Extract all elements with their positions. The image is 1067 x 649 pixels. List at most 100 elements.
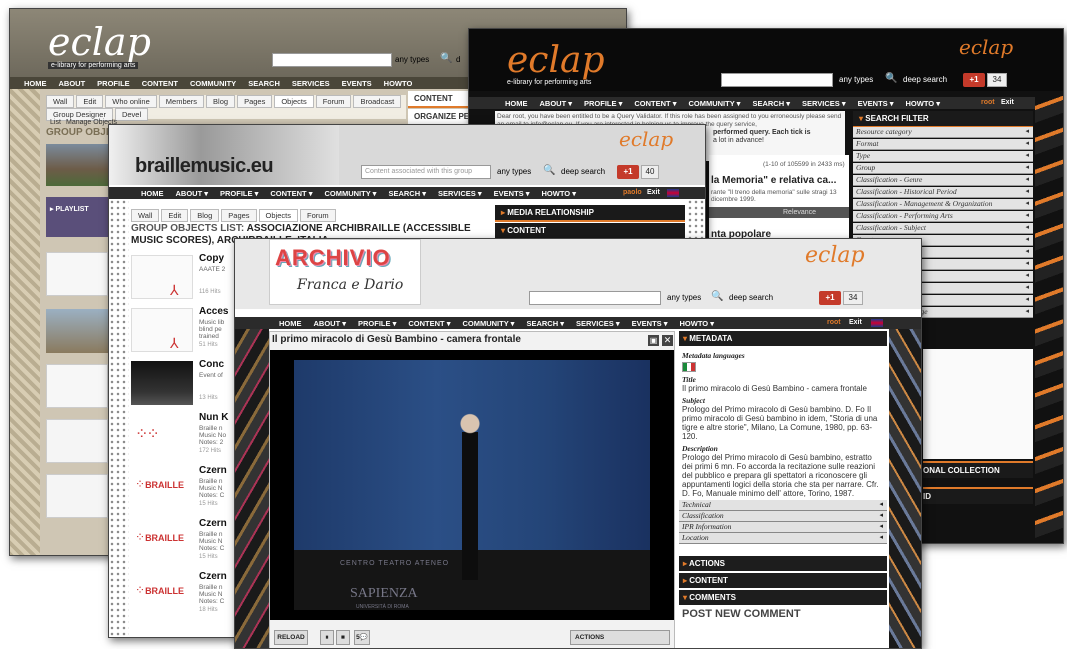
filter-subject[interactable]: Classification - Subject: [853, 223, 1033, 234]
item-title[interactable]: Czern: [199, 518, 227, 529]
actions-section[interactable]: ▸ ACTIONS: [679, 556, 887, 571]
nav-services[interactable]: SERVICES ▾: [576, 319, 620, 328]
type-select[interactable]: any types: [395, 55, 429, 64]
user-link[interactable]: root: [981, 99, 995, 106]
flag-uk-icon[interactable]: [871, 319, 883, 327]
search-input[interactable]: Content associated with this group: [361, 165, 491, 179]
nav-profile[interactable]: PROFILE ▾: [584, 99, 622, 108]
type-select[interactable]: any types: [667, 293, 701, 302]
search-icon[interactable]: 🔍: [711, 291, 723, 302]
tab-blog[interactable]: Blog: [206, 95, 236, 108]
nav-content[interactable]: CONTENT: [142, 79, 178, 88]
nav-about[interactable]: ABOUT ▾: [540, 99, 573, 108]
search-input[interactable]: [529, 291, 661, 305]
item-title[interactable]: Acces: [199, 306, 228, 317]
nav-search[interactable]: SEARCH: [248, 79, 280, 88]
nav-services[interactable]: SERVICES ▾: [438, 189, 482, 198]
tab-wall[interactable]: Wall: [131, 209, 160, 222]
filter-group[interactable]: Group: [853, 163, 1033, 174]
metadata-ipr[interactable]: IPR Information: [679, 522, 887, 533]
nav-events[interactable]: EVENTS: [342, 79, 372, 88]
tab-blog[interactable]: Blog: [190, 209, 220, 222]
item-title[interactable]: Czern: [199, 465, 227, 476]
stop-button[interactable]: ■: [336, 630, 350, 645]
type-select[interactable]: any types: [497, 167, 531, 176]
search-icon[interactable]: 🔍: [543, 165, 555, 176]
tab-objects[interactable]: Objects: [258, 209, 298, 222]
pause-button[interactable]: ⏸: [320, 630, 334, 645]
list-link[interactable]: List: [50, 119, 61, 126]
metadata-header[interactable]: ▾ METADATA: [679, 331, 887, 346]
content-section[interactable]: ▸ CONTENT: [679, 573, 887, 588]
nav-howto[interactable]: HOWTO ▾: [906, 99, 940, 108]
nav-community[interactable]: COMMUNITY: [190, 79, 236, 88]
exit-link[interactable]: Exit: [849, 319, 862, 326]
search-input[interactable]: [272, 53, 392, 67]
filter-historical-period[interactable]: Classification - Historical Period: [853, 187, 1033, 198]
thumb-group-photo[interactable]: [46, 144, 108, 186]
nav-howto[interactable]: HOWTO: [384, 79, 413, 88]
nav-howto[interactable]: HOWTO ▾: [680, 319, 714, 328]
nav-events[interactable]: EVENTS ▾: [858, 99, 894, 108]
nav-search[interactable]: SEARCH ▾: [752, 99, 790, 108]
eclap-logo[interactable]: eclap: [507, 43, 605, 79]
nav-home[interactable]: HOME: [24, 79, 47, 88]
nav-howto[interactable]: HOWTO ▾: [542, 189, 576, 198]
tab-edit[interactable]: Edit: [161, 209, 189, 222]
post-comment-link[interactable]: POST NEW COMMENT: [679, 605, 887, 623]
nav-search[interactable]: SEARCH ▾: [388, 189, 426, 198]
reload-button[interactable]: RELOAD: [274, 630, 308, 645]
deep-search-label[interactable]: deep search: [561, 167, 605, 176]
tab-forum[interactable]: Forum: [299, 209, 336, 222]
filter-performing-arts[interactable]: Classification - Performing Arts: [853, 211, 1033, 222]
side-id[interactable]: ID: [923, 487, 1033, 504]
actions-dropdown[interactable]: ACTIONS: [570, 630, 670, 645]
metadata-location[interactable]: Location: [679, 533, 887, 544]
user-link[interactable]: root: [827, 319, 841, 326]
nav-community[interactable]: COMMUNITY ▾: [462, 319, 514, 328]
archivio-logo[interactable]: ARCHIVIO: [275, 245, 391, 271]
nav-home[interactable]: HOME: [141, 189, 164, 198]
thumb-doc-2[interactable]: [46, 364, 108, 408]
nav-profile[interactable]: PROFILE: [97, 79, 130, 88]
filter-format[interactable]: Format: [853, 139, 1033, 150]
nav-content[interactable]: CONTENT ▾: [270, 189, 312, 198]
thumb-doc-4[interactable]: [46, 474, 108, 518]
deep-search-label[interactable]: d: [456, 55, 460, 64]
nav-search[interactable]: SEARCH ▾: [526, 319, 564, 328]
nav-about[interactable]: ABOUT ▾: [314, 319, 347, 328]
type-select[interactable]: any types: [839, 75, 873, 84]
nav-profile[interactable]: PROFILE ▾: [220, 189, 258, 198]
nav-events[interactable]: EVENTS ▾: [632, 319, 668, 328]
playlist-badge[interactable]: ▸ PLAYLIST: [46, 197, 108, 237]
nav-services[interactable]: SERVICES ▾: [802, 99, 846, 108]
tab-devel[interactable]: Devel: [114, 108, 149, 121]
eclap-logo[interactable]: eclap: [48, 23, 151, 61]
filter-type[interactable]: Type: [853, 151, 1033, 162]
exit-link[interactable]: Exit: [647, 189, 660, 196]
thumb-doc-1[interactable]: [46, 252, 108, 296]
italy-flag-icon[interactable]: [682, 362, 696, 372]
item-title[interactable]: Czern: [199, 571, 227, 582]
nav-about[interactable]: ABOUT ▾: [176, 189, 209, 198]
thumb-doc-3[interactable]: [46, 419, 108, 463]
nav-about[interactable]: ABOUT: [59, 79, 86, 88]
tab-who-online[interactable]: Who online: [105, 95, 157, 108]
side-media-relationship[interactable]: ▸ MEDIA RELATIONSHIP: [495, 205, 685, 222]
close-icon[interactable]: ✕: [662, 335, 673, 346]
tab-pages[interactable]: Pages: [221, 209, 257, 222]
nav-content[interactable]: CONTENT ▾: [408, 319, 450, 328]
comment-button[interactable]: 5💬: [354, 630, 370, 645]
thumb-theatre[interactable]: [46, 309, 108, 353]
nav-services[interactable]: SERVICES: [292, 79, 330, 88]
tab-edit[interactable]: Edit: [76, 95, 104, 108]
metadata-technical[interactable]: Technical: [679, 500, 887, 511]
exit-link[interactable]: Exit: [1001, 99, 1014, 106]
google-plus-button[interactable]: +1: [963, 73, 985, 87]
metadata-classification[interactable]: Classification: [679, 511, 887, 522]
item-title[interactable]: Copy: [199, 253, 224, 264]
tab-pages[interactable]: Pages: [237, 95, 273, 108]
video-player[interactable]: CENTRO TEATRO ATENEO SAPIENZA UNIVERSITÀ…: [270, 350, 674, 620]
search-icon[interactable]: 🔍: [885, 73, 897, 84]
nav-events[interactable]: EVENTS ▾: [494, 189, 530, 198]
